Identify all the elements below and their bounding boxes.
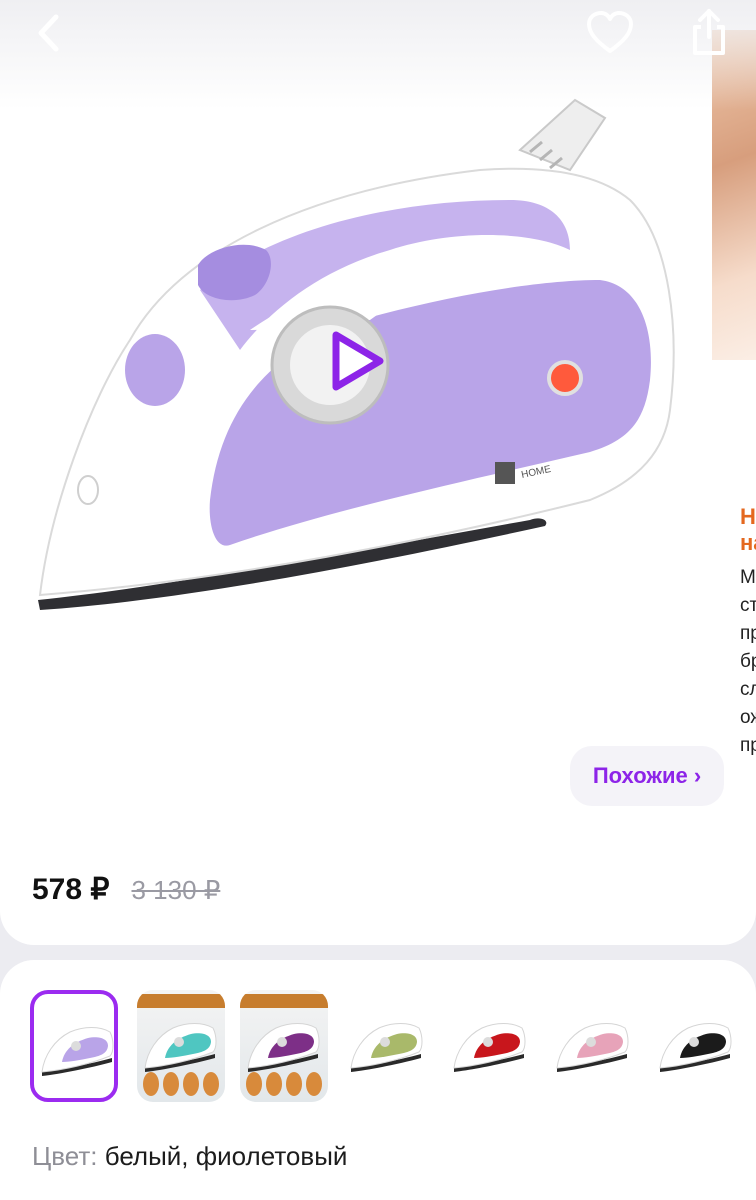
iron-thumbnail-icon xyxy=(144,1023,217,1072)
price-block: 578 ₽ 3 130 ₽ xyxy=(32,872,220,907)
iron-thumbnail-icon xyxy=(41,1027,114,1076)
iron-thumbnail-icon xyxy=(659,1023,732,1072)
share-icon xyxy=(693,9,725,55)
color-variant-thumb[interactable] xyxy=(30,990,118,1102)
current-price: 578 ₽ xyxy=(32,873,110,906)
iron-thumbnail-icon xyxy=(247,1023,320,1072)
color-variants-list xyxy=(30,990,756,1110)
color-label: Цвет: xyxy=(32,1141,98,1171)
back-button[interactable] xyxy=(24,8,74,58)
iron-thumbnail-icon xyxy=(453,1023,526,1072)
next-slide-text: М ст пр бр сл ож пр xyxy=(740,567,756,756)
next-slide-title: На на xyxy=(740,504,756,555)
color-variant-thumb[interactable] xyxy=(549,990,637,1102)
next-slide-preview[interactable]: На на М ст пр бр сл ож пр xyxy=(712,0,756,760)
promo-banner xyxy=(137,994,225,1008)
color-variant-thumb[interactable] xyxy=(137,990,225,1102)
share-button[interactable] xyxy=(682,4,736,60)
color-variant-thumb[interactable] xyxy=(446,990,534,1102)
iron-thumbnail-icon xyxy=(556,1023,629,1072)
color-variant-thumb[interactable] xyxy=(240,990,328,1102)
color-info: Цвет: белый, фиолетовый xyxy=(32,1140,347,1172)
chevron-left-icon xyxy=(38,14,59,52)
product-gallery[interactable]: HOME На на М ст пр бр сл ож пр Похожие ›… xyxy=(0,0,756,945)
favorite-button[interactable] xyxy=(582,6,638,60)
color-variant-thumb[interactable] xyxy=(652,990,740,1102)
promo-banner xyxy=(240,994,328,1008)
old-price: 3 130 ₽ xyxy=(131,875,221,905)
iron-thumbnail-icon xyxy=(350,1023,423,1072)
color-value: белый, фиолетовый xyxy=(104,1141,348,1171)
heart-icon xyxy=(587,11,633,53)
color-variant-thumb[interactable] xyxy=(343,990,431,1102)
play-icon[interactable] xyxy=(320,325,392,397)
similar-products-button[interactable]: Похожие › xyxy=(570,746,724,806)
header-gradient xyxy=(0,0,756,110)
